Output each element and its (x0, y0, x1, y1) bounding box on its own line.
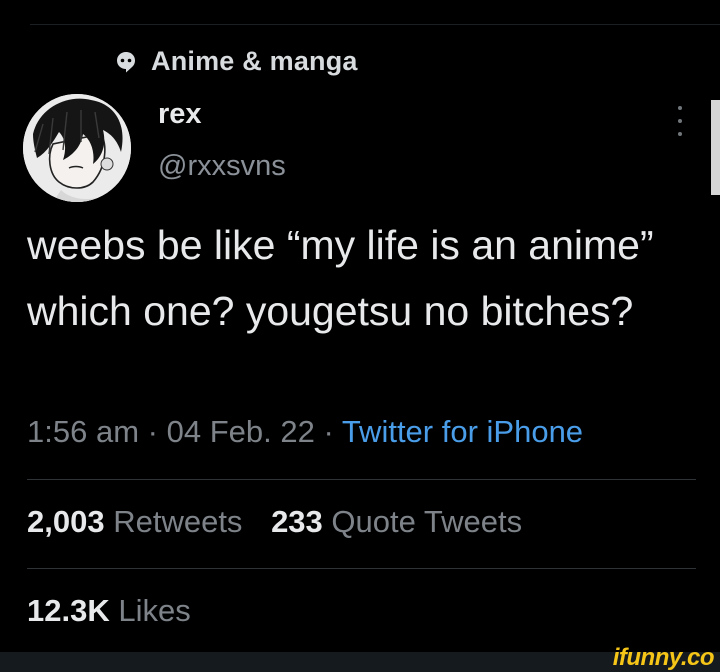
more-icon-dot (678, 119, 682, 123)
likes-count: 12.3K (27, 593, 110, 628)
likes-label: Likes (118, 593, 191, 628)
divider (27, 568, 696, 569)
community-link[interactable]: Anime & manga (115, 46, 358, 77)
author-display-name[interactable]: rex (158, 98, 202, 131)
divider (27, 479, 696, 480)
community-icon (115, 50, 137, 74)
profile-avatar[interactable] (23, 94, 131, 202)
tweet-time[interactable]: 1:56 am (27, 414, 139, 449)
meta-separator: · (147, 414, 158, 449)
more-options-button[interactable] (668, 104, 692, 138)
more-icon-dot (678, 132, 682, 136)
tweet-date[interactable]: 04 Feb. 22 (167, 414, 315, 449)
quote-tweets-link[interactable]: 233 Quote Tweets (271, 504, 522, 540)
tweet-meta: 1:56 am · 04 Feb. 22 · Twitter for iPhon… (27, 414, 583, 450)
quote-tweets-count: 233 (271, 504, 323, 539)
tweet-source-link[interactable]: Twitter for iPhone (342, 414, 583, 449)
retweets-link[interactable]: 2,003 Retweets (27, 504, 242, 540)
tweet-text: weebs be like “my life is an anime” whic… (27, 222, 654, 334)
meta-separator: · (323, 414, 334, 449)
likes-link[interactable]: 12.3K Likes (27, 593, 191, 629)
retweets-label: Retweets (113, 504, 243, 539)
author-handle[interactable]: @rxxsvns (158, 150, 286, 183)
community-label: Anime & manga (151, 46, 358, 76)
more-icon-dot (678, 106, 682, 110)
top-divider (30, 24, 720, 25)
ifunny-watermark: ifunny.co (612, 644, 715, 671)
scrollbar[interactable] (711, 100, 720, 195)
quote-tweets-label: Quote Tweets (331, 504, 523, 539)
retweets-count: 2,003 (27, 504, 105, 539)
engagement-stats: 2,003 Retweets 233 Quote Tweets (27, 504, 542, 540)
